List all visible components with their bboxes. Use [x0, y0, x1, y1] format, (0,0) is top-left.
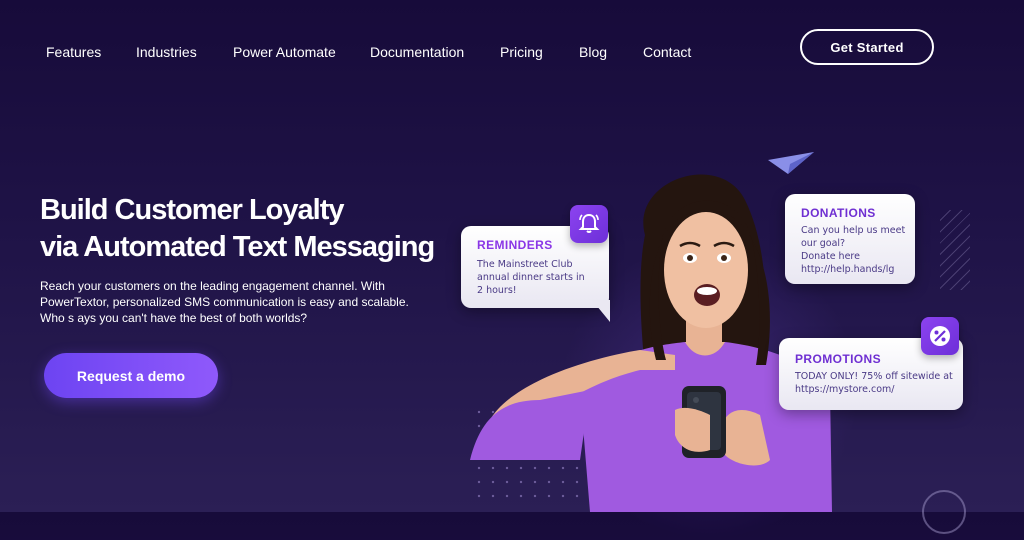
hero-title-line-1: Build Customer Loyalty	[40, 194, 344, 226]
hero-title: Build Customer Loyalty via Automated Tex…	[40, 192, 435, 266]
nav-link-contact[interactable]: Contact	[643, 44, 691, 60]
ring-decoration	[922, 490, 966, 534]
reminders-body: The Mainstreet Club annual dinner starts…	[477, 259, 585, 296]
nav-link-power-automate[interactable]: Power Automate	[233, 44, 336, 60]
donations-body: Can you help us meet our goal? Donate he…	[801, 225, 906, 275]
stripe-decoration	[940, 210, 970, 290]
hero-subtitle: Reach your customers on the leading enga…	[40, 279, 409, 325]
donations-card: DONATIONS Can you help us meet our goal?…	[785, 194, 915, 284]
donations-title: DONATIONS	[801, 206, 876, 220]
nav-link-blog[interactable]: Blog	[579, 44, 607, 60]
nav-link-documentation[interactable]: Documentation	[370, 44, 464, 60]
top-navigation: Features Industries Power Automate Docum…	[0, 0, 1024, 104]
nav-link-industries[interactable]: Industries	[136, 44, 197, 60]
get-started-button[interactable]: Get Started	[800, 29, 934, 65]
promotions-body: TODAY ONLY! 75% off sitewide at https://…	[795, 371, 953, 395]
nav-link-pricing[interactable]: Pricing	[500, 44, 543, 60]
reminders-card-tail	[592, 300, 610, 322]
request-demo-button[interactable]: Request a demo	[44, 353, 218, 398]
bell-icon	[570, 205, 608, 243]
percent-icon	[921, 317, 959, 355]
hero-title-line-2: via Automated Text Messaging	[40, 231, 435, 263]
nav-link-features[interactable]: Features	[46, 44, 101, 60]
